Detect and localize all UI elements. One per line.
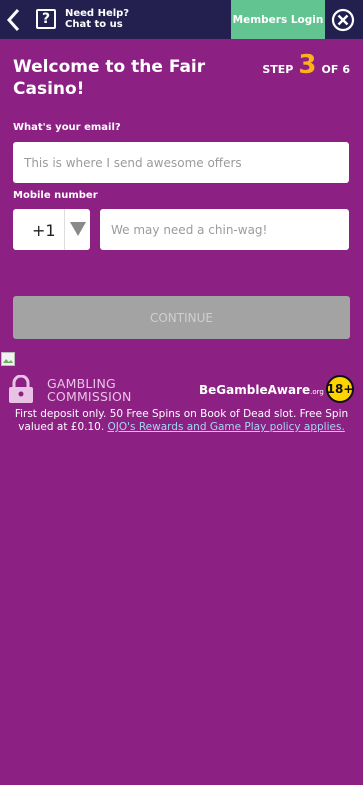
padlock-icon <box>9 375 33 403</box>
rewards-policy-link[interactable]: OJO's Rewards and Game Play policy appli… <box>108 421 345 433</box>
step-indicator: STEP 3 OF 6 <box>262 52 350 78</box>
email-label: What's your email? <box>13 122 121 133</box>
gambling-commission-logo[interactable]: GAMBLING COMMISSION <box>8 375 132 404</box>
help-question-icon: ? <box>36 9 56 29</box>
begambleaware-logo[interactable]: BeGambleAware.org <box>199 383 324 397</box>
members-login-button[interactable]: Members Login <box>231 0 325 39</box>
broken-image-icon <box>1 352 15 366</box>
gc-line-2: COMMISSION <box>47 388 132 404</box>
step-separator: OF <box>321 63 339 76</box>
mobile-label: Mobile number <box>13 190 98 201</box>
close-icon[interactable] <box>331 8 355 32</box>
step-total: 6 <box>342 63 350 76</box>
mobile-placeholder: We may need a chin-wag! <box>111 222 268 237</box>
age-restriction-badge: 18+ <box>326 375 354 403</box>
top-bar: ? Need Help? Chat to us Members Login <box>0 0 363 39</box>
help-chat-link[interactable]: ? Need Help? Chat to us <box>36 8 129 30</box>
back-chevron-icon[interactable] <box>4 6 24 34</box>
terms-text: First deposit only. 50 Free Spins on Boo… <box>6 408 357 434</box>
bga-aware: Aware <box>267 383 311 397</box>
gc-line-1: GAMBLING <box>47 375 116 391</box>
help-line-2: Chat to us <box>65 19 123 30</box>
country-code-value: +1 <box>32 221 56 240</box>
country-code-select[interactable]: +1 <box>13 209 90 250</box>
help-text: Need Help? Chat to us <box>65 8 129 30</box>
email-placeholder: This is where I send awesome offers <box>24 155 242 170</box>
bga-be: BeGamble <box>199 383 268 397</box>
continue-button[interactable]: CONTINUE <box>13 296 350 339</box>
bga-org: .org <box>310 388 324 396</box>
step-current: 3 <box>298 50 317 80</box>
step-prefix: STEP <box>262 63 294 76</box>
chevron-down-icon <box>70 222 86 236</box>
email-field[interactable]: This is where I send awesome offers <box>13 142 349 183</box>
help-line-1: Need Help? <box>65 8 130 19</box>
gambling-commission-text: GAMBLING COMMISSION <box>47 377 132 403</box>
page-title: Welcome to the Fair Casino! <box>13 57 206 99</box>
mobile-field[interactable]: We may need a chin-wag! <box>100 209 349 250</box>
country-code-divider <box>64 209 65 250</box>
